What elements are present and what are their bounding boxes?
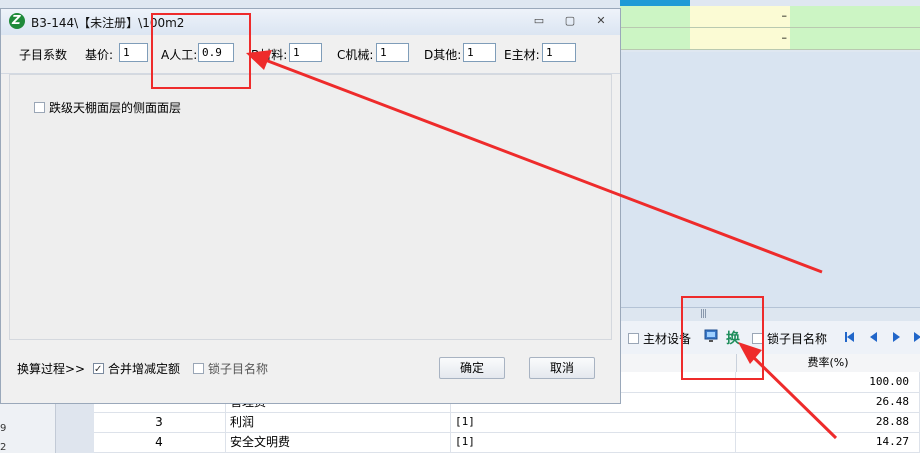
arrow-to-replace — [746, 350, 838, 440]
arrow-to-labor — [259, 56, 823, 274]
annotation-arrows — [246, 50, 838, 440]
